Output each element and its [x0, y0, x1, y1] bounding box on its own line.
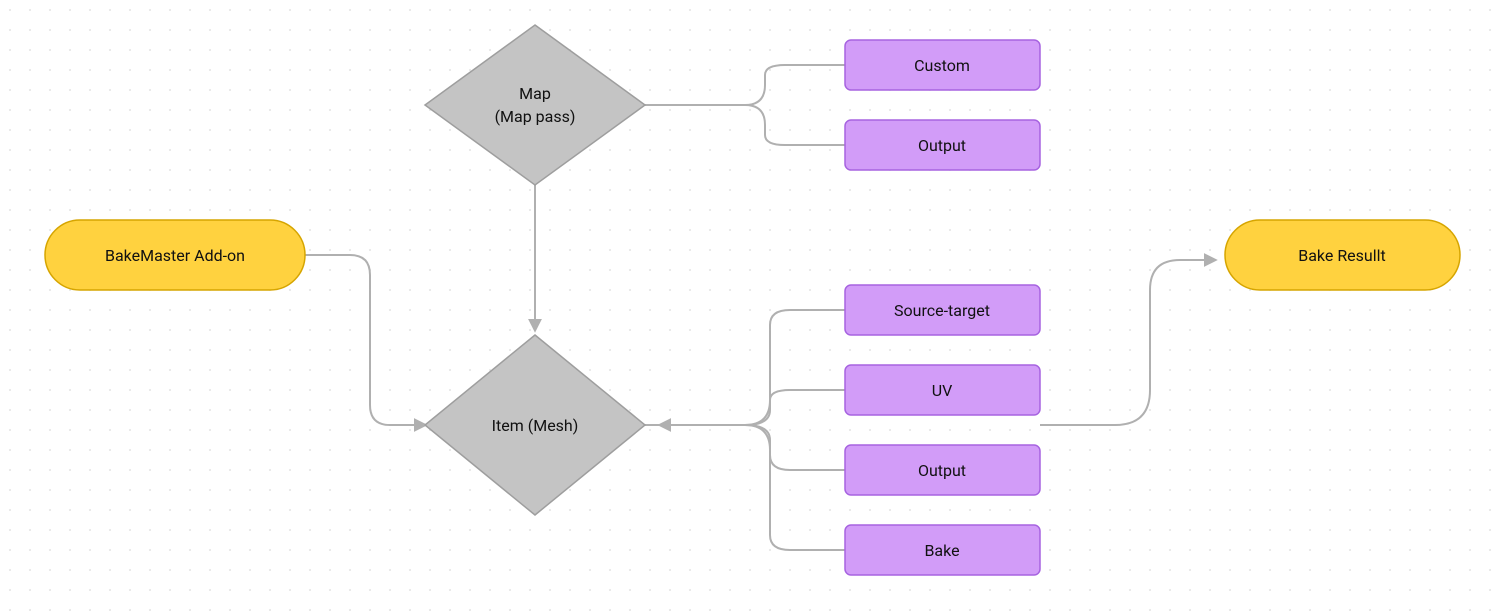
- map-output-label: Output: [918, 136, 966, 155]
- node-result: Bake Resullt: [1225, 220, 1460, 290]
- node-map-custom: Custom: [845, 40, 1040, 90]
- start-label: BakeMaster Add-on: [105, 246, 245, 265]
- node-item: Item (Mesh): [425, 335, 645, 515]
- item-uv-label: UV: [932, 381, 953, 400]
- item-source-target-label: Source-target: [894, 301, 990, 320]
- item-output-label: Output: [918, 461, 966, 480]
- item-bake-label: Bake: [924, 541, 959, 560]
- edge-item-to-result: [1040, 260, 1215, 425]
- node-item-output: Output: [845, 445, 1040, 495]
- map-custom-label: Custom: [914, 56, 970, 75]
- node-item-bake: Bake: [845, 525, 1040, 575]
- edge-item-to-uv: [745, 390, 845, 425]
- edge-item-to-bake: [745, 425, 845, 550]
- edge-start-to-item: [305, 255, 425, 425]
- diagram-canvas: BakeMaster Add-on Map (Map pass) Item (M…: [0, 0, 1504, 611]
- map-label-line1: Map: [519, 84, 551, 103]
- node-start: BakeMaster Add-on: [45, 220, 305, 290]
- edge-item-to-output: [745, 425, 845, 470]
- item-label: Item (Mesh): [492, 416, 579, 435]
- result-label: Bake Resullt: [1298, 246, 1386, 265]
- edge-map-to-custom: [745, 65, 845, 105]
- edge-item-to-source-target: [745, 310, 845, 425]
- node-map-output: Output: [845, 120, 1040, 170]
- map-label-line2: (Map pass): [495, 107, 576, 126]
- node-item-uv: UV: [845, 365, 1040, 415]
- node-map: Map (Map pass): [425, 25, 645, 185]
- node-item-source-target: Source-target: [845, 285, 1040, 335]
- edge-map-to-output: [745, 105, 845, 145]
